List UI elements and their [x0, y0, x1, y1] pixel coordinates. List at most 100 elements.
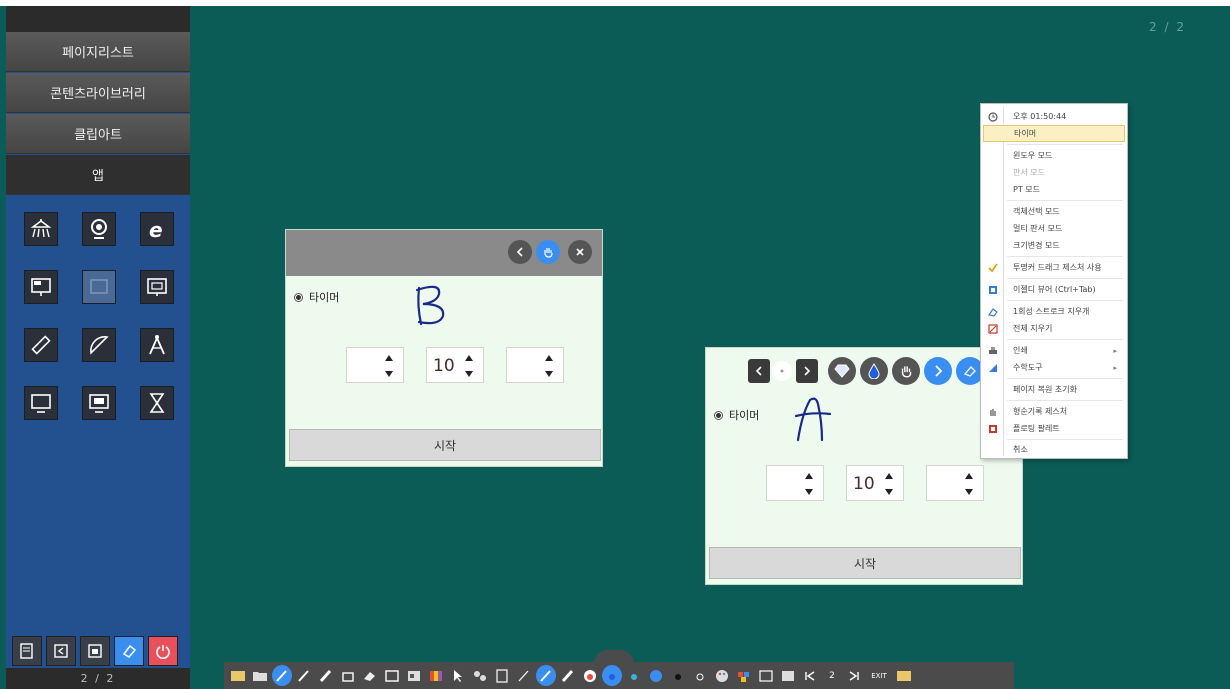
hand-icon[interactable]: [892, 357, 920, 385]
cyan-ink-icon[interactable]: [624, 665, 644, 686]
settings-icon[interactable]: [894, 665, 914, 686]
first-page-icon[interactable]: [800, 665, 820, 686]
palette-icon[interactable]: [712, 665, 732, 686]
menu-item-multi-draw-mode[interactable]: 멀티 판서 모드: [983, 220, 1125, 237]
select-icon[interactable]: [448, 665, 468, 686]
hand-icon[interactable]: [536, 240, 560, 264]
document-camera-icon[interactable]: [24, 212, 58, 246]
seconds-stepper[interactable]: [926, 465, 984, 501]
protractor-icon[interactable]: [82, 328, 116, 362]
tools-icon[interactable]: [470, 665, 490, 686]
menu-item-page-reset[interactable]: 페이지 복원 초기화: [983, 381, 1125, 398]
eraser-icon[interactable]: [114, 636, 144, 666]
image-icon[interactable]: [404, 665, 424, 686]
diamond-icon[interactable]: [828, 357, 856, 385]
thick-pen-icon[interactable]: [558, 665, 578, 686]
menu-separator: [1007, 256, 1123, 257]
menu-item-viewer[interactable]: 이젤디 뷰어 (Ctrl+Tab): [983, 281, 1125, 298]
close-icon[interactable]: [568, 240, 592, 264]
open-folder-icon[interactable]: [250, 665, 270, 686]
compass-icon[interactable]: [140, 328, 174, 362]
color-swatch-icon[interactable]: [734, 665, 754, 686]
prev-icon[interactable]: [508, 240, 532, 264]
exit-button[interactable]: EXIT: [866, 665, 892, 686]
blue-dot-icon[interactable]: [646, 665, 666, 686]
start-button[interactable]: 시작: [289, 429, 601, 461]
stepper-arrows[interactable]: [545, 355, 553, 377]
webcam-icon[interactable]: [82, 212, 116, 246]
stepper-arrows[interactable]: [465, 355, 473, 377]
menu-item-label: 취소: [1013, 445, 1028, 454]
presentation-icon[interactable]: [140, 270, 174, 304]
pen-selected-icon[interactable]: [536, 665, 556, 686]
menu-item-label: 크기변경 모드: [1013, 241, 1060, 250]
menu-item-gesture[interactable]: 형순기록 제스처: [983, 403, 1125, 420]
menu-item-clear-all[interactable]: 전체 지우기: [983, 320, 1125, 337]
brush-icon[interactable]: [316, 665, 336, 686]
last-page-icon[interactable]: [844, 665, 864, 686]
menu-item-drag-gesture[interactable]: 투명커 드래그 제스처 사용: [983, 259, 1125, 276]
power-icon[interactable]: [148, 636, 178, 666]
doc-icon[interactable]: [492, 665, 512, 686]
blue-ink-icon[interactable]: [602, 665, 622, 686]
menu-item-math-tools[interactable]: 수학도구 ▸: [983, 359, 1125, 376]
shape-icon[interactable]: [338, 665, 358, 686]
pen-icon[interactable]: [272, 665, 292, 686]
menu-item-cancel[interactable]: 취소: [983, 441, 1125, 458]
menu-item-label: 1회성 스트로크 지우개: [1013, 307, 1090, 316]
pages-icon[interactable]: [12, 636, 42, 666]
next-page-icon[interactable]: [924, 357, 952, 385]
timer-mode-radio[interactable]: 타이머: [714, 407, 759, 423]
menu-item-pt-mode[interactable]: PT 모드: [983, 181, 1125, 198]
stepper-arrows[interactable]: [805, 473, 813, 495]
white-ink-icon[interactable]: [690, 665, 710, 686]
thin-pen-icon[interactable]: [514, 665, 534, 686]
ruler-icon[interactable]: [24, 328, 58, 362]
ink-drop-icon[interactable]: [860, 357, 888, 385]
menu-item-floating-palette[interactable]: 플로팅 팔레트: [983, 420, 1125, 437]
menu-icon[interactable]: [228, 665, 248, 686]
back-icon[interactable]: [46, 636, 76, 666]
color-icon[interactable]: [426, 665, 446, 686]
menu-item-timer[interactable]: 타이머: [983, 125, 1125, 142]
palette-icon: [987, 423, 999, 435]
hours-stepper[interactable]: [766, 465, 824, 501]
stepper-arrows[interactable]: [885, 473, 893, 495]
menu-item-print[interactable]: 인쇄 ▸: [983, 342, 1125, 359]
minutes-stepper[interactable]: 10: [426, 347, 484, 383]
hours-stepper[interactable]: [346, 347, 404, 383]
tab-page-list[interactable]: 페이지리스트: [6, 32, 190, 72]
next-icon[interactable]: [796, 359, 818, 383]
black-ink-icon[interactable]: [668, 665, 688, 686]
pen2-icon[interactable]: [294, 665, 314, 686]
clear-all-icon: [987, 323, 999, 335]
monitor-icon[interactable]: [24, 386, 58, 420]
start-button[interactable]: 시작: [709, 547, 1021, 579]
submenu-arrow-icon: ▸: [1113, 346, 1117, 355]
page-number: 2: [829, 670, 835, 681]
tab-content-library[interactable]: 콘텐츠라이브러리: [6, 73, 190, 113]
tab-apps[interactable]: 앱: [6, 155, 190, 195]
red-ink-icon[interactable]: [580, 665, 600, 686]
screen-share-icon[interactable]: [24, 270, 58, 304]
projector-icon[interactable]: [82, 386, 116, 420]
slide-icon[interactable]: [778, 665, 798, 686]
window-icon[interactable]: [756, 665, 776, 686]
menu-item-select-mode[interactable]: 객체선택 모드: [983, 203, 1125, 220]
stepper-arrows[interactable]: [385, 355, 393, 377]
menu-item-label: 판서 모드: [1013, 168, 1045, 177]
menu-item-resize-mode[interactable]: 크기변경 모드: [983, 237, 1125, 254]
stepper-arrows[interactable]: [965, 473, 973, 495]
seconds-stepper[interactable]: [506, 347, 564, 383]
timer-mode-radio[interactable]: 타이머: [294, 289, 339, 305]
menu-item-window-mode[interactable]: 윈도우 모드: [983, 147, 1125, 164]
window-icon[interactable]: [80, 636, 110, 666]
tab-clipart[interactable]: 클립아트: [6, 114, 190, 154]
hourglass-icon[interactable]: [140, 386, 174, 420]
prev-icon[interactable]: [748, 359, 770, 383]
menu-item-stroke-eraser[interactable]: 1회성 스트로크 지우개: [983, 303, 1125, 320]
capture-icon[interactable]: [382, 665, 402, 686]
minutes-stepper[interactable]: 10: [846, 465, 904, 501]
internet-explorer-icon[interactable]: e: [140, 212, 174, 246]
eraser-icon[interactable]: [360, 665, 380, 686]
